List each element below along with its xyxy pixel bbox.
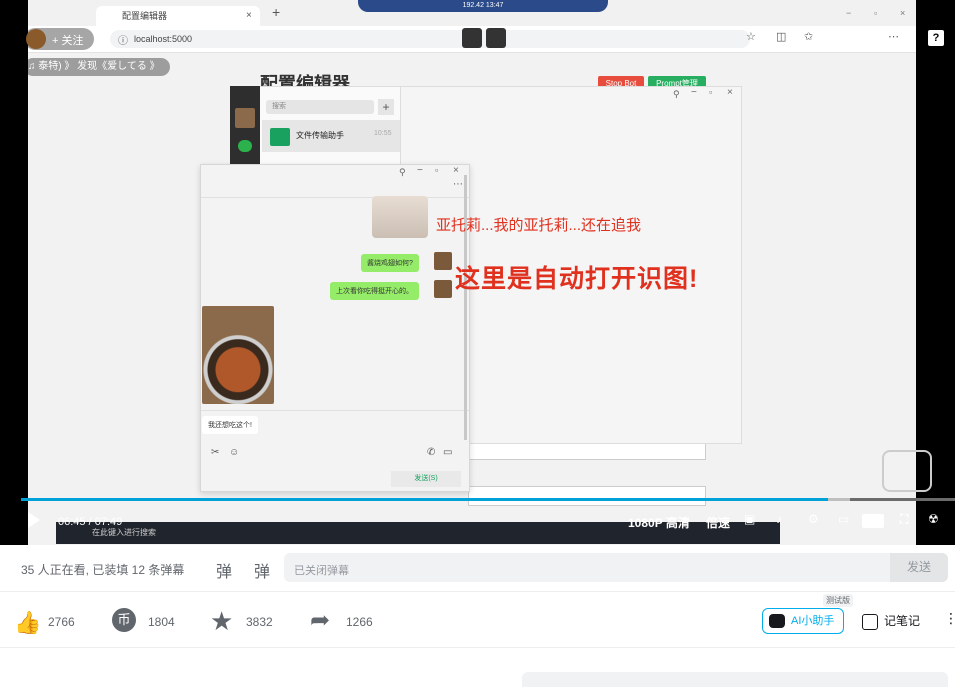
close-icon[interactable]: ×	[453, 165, 459, 176]
more-icon[interactable]: ⋯	[888, 30, 899, 43]
help-icon[interactable]: ?	[928, 30, 944, 46]
play-icon[interactable]	[28, 512, 40, 528]
overlay-caption: 亚托莉...我的亚托莉...还在追我	[436, 217, 642, 234]
coin-icon[interactable]: 币	[112, 608, 136, 632]
close-icon[interactable]: ×	[246, 6, 252, 26]
record-icon[interactable]	[486, 28, 506, 48]
time-current: 06:45	[58, 516, 86, 528]
remote-bar: 192.42 13:47	[358, 0, 608, 12]
browser-tab[interactable]: 配置编辑器 ×	[96, 6, 260, 26]
taskbar-search: 在此键入进行搜索	[92, 528, 156, 537]
new-tab-icon[interactable]: +	[272, 4, 280, 20]
widescreen-icon[interactable]	[862, 514, 884, 528]
minimize-icon[interactable]: −	[846, 8, 851, 18]
subtitle-icon[interactable]: ▣	[744, 512, 755, 526]
fullscreen-icon[interactable]: ⛶	[900, 512, 908, 527]
ai-beta-badge: 测试版	[823, 594, 853, 607]
share-count: 1266	[346, 615, 373, 629]
search-box[interactable]	[522, 672, 948, 687]
quality-button[interactable]: 1080P 高清	[628, 514, 690, 531]
send-button[interactable]: 发送(S)	[391, 471, 461, 487]
phone-icon[interactable]: ✆	[427, 447, 435, 458]
close-icon[interactable]: ×	[727, 87, 733, 98]
danmaku-input[interactable]	[284, 553, 948, 582]
favorites-icon[interactable]: ✩	[804, 30, 813, 43]
viewer-info: 35 人正在看, 已装填 12 条弹幕	[21, 563, 185, 577]
time-display: 06:45 / 07:49	[58, 516, 123, 528]
maximize-icon[interactable]: ▫	[709, 87, 712, 97]
favorite-count: 3832	[246, 615, 273, 629]
radiation-icon[interactable]: ☢	[928, 512, 939, 526]
star-icon[interactable]: ☆	[746, 30, 756, 43]
divider	[201, 197, 469, 198]
ai-assistant-label: AI小助手	[791, 615, 835, 627]
restore-icon[interactable]: ▫	[874, 8, 877, 18]
avatar[interactable]	[235, 108, 255, 128]
music-ticker[interactable]: ♫ 泰特) 》 发现《爱してる 》	[24, 58, 170, 76]
scissors-icon[interactable]: ✂	[211, 447, 219, 458]
url-text: localhost:5000	[134, 34, 193, 44]
more-icon[interactable]: ⋯	[453, 179, 463, 190]
message-bubble[interactable]: 上次看你吃得挺开心的。	[330, 282, 419, 300]
divider	[0, 647, 955, 648]
tv-icon	[882, 450, 932, 492]
settings-icon[interactable]: ⚙	[808, 512, 819, 526]
favorite-icon[interactable]: ★	[210, 606, 233, 637]
anime-avatar-image	[372, 196, 428, 238]
info-icon: ⓘ	[118, 36, 128, 47]
minimize-icon[interactable]: −	[691, 87, 697, 98]
follow-button[interactable]: + 关注	[52, 32, 83, 48]
more-icon[interactable]: ⋮	[944, 610, 955, 627]
url-bar[interactable]: ⓘ localhost:5000	[110, 30, 750, 48]
share-icon[interactable]: ➦	[310, 606, 330, 635]
add-icon[interactable]: +	[378, 99, 394, 115]
config-input[interactable]	[468, 486, 706, 506]
folder-icon	[270, 128, 290, 146]
video-call-icon[interactable]: ▭	[443, 447, 452, 458]
browser-tabstrip: 配置编辑器 × + 192.42 13:47 − ▫ ×	[28, 0, 916, 26]
avatar[interactable]	[434, 252, 452, 270]
pin-icon[interactable]: ⚲	[399, 167, 406, 178]
danmaku-toggle-icon[interactable]: 弹	[216, 558, 232, 582]
tab-title: 配置编辑器	[122, 11, 168, 21]
note-icon	[862, 613, 878, 630]
contact-name: 文件传输助手	[296, 131, 344, 140]
pip-icon[interactable]: ▭	[838, 512, 849, 526]
close-window-icon[interactable]: ×	[900, 8, 905, 18]
uploader-chip[interactable]: + 关注	[24, 28, 94, 50]
avatar[interactable]	[434, 280, 452, 298]
like-count: 2766	[48, 615, 75, 629]
screen-capture-icon[interactable]	[462, 28, 482, 48]
coin-count: 1804	[148, 615, 175, 629]
avatar[interactable]	[26, 29, 46, 49]
browser-addressbar: ⓘ localhost:5000 ☆ ◫ ✩ ⋯	[28, 26, 916, 53]
wechat-search-input[interactable]: 搜索	[266, 100, 374, 114]
pin-icon[interactable]: ⚲	[673, 89, 680, 100]
overlay-headline: 这里是自动打开识图!	[455, 265, 699, 293]
minimize-icon[interactable]: −	[417, 165, 423, 176]
progress-played	[21, 498, 828, 501]
emoji-icon[interactable]: ☺	[229, 447, 239, 458]
time-total: 07:49	[94, 516, 123, 528]
notes-label: 记笔记	[884, 614, 921, 628]
volume-icon[interactable]: ♪	[776, 512, 782, 526]
danmaku-settings-icon[interactable]: 弹	[254, 558, 270, 582]
ai-assistant-button[interactable]: AI小助手	[762, 608, 844, 634]
maximize-icon[interactable]: ▫	[435, 165, 438, 175]
chat-icon[interactable]	[238, 140, 252, 152]
like-icon[interactable]: 👍	[14, 610, 41, 636]
message-bubble[interactable]: 酱烧鸡翅如何?	[361, 254, 419, 272]
food-image[interactable]	[202, 306, 274, 404]
danmaku-placeholder: 已关闭弹幕	[294, 565, 349, 577]
message-bubble[interactable]: 我还想吃这个!	[202, 416, 258, 434]
reader-icon[interactable]: ◫	[776, 30, 786, 43]
contact-time: 10:55	[374, 130, 392, 137]
notes-button[interactable]: 记笔记	[862, 612, 920, 630]
speed-button[interactable]: 倍速	[706, 514, 730, 531]
danmaku-send-button[interactable]: 发送	[890, 553, 948, 582]
robot-icon	[769, 614, 785, 628]
divider	[201, 410, 469, 411]
